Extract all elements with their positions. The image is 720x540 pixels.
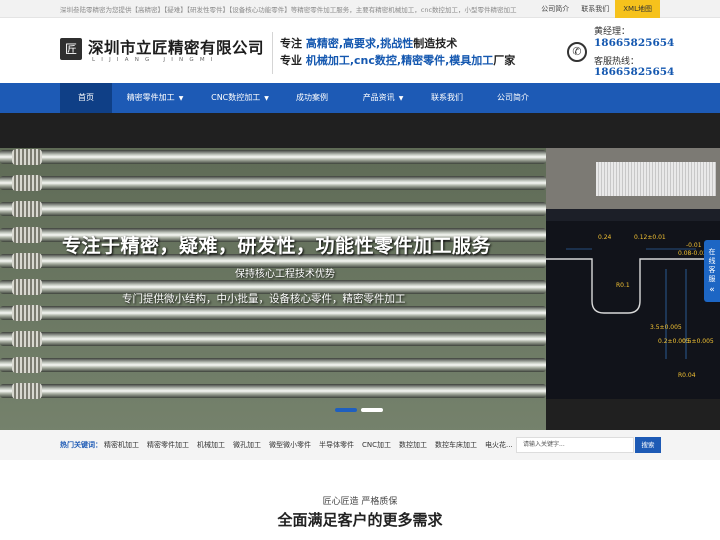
cad-dim-label: 0.5±0.005 <box>682 338 714 345</box>
top-link-about[interactable]: 公司简介 <box>535 0 575 18</box>
slogan-1-highlight: 高精密,高要求,挑战性 <box>305 37 414 50</box>
company-name: 深圳市立匠精密有限公司 <box>88 39 265 57</box>
cad-dim-label: 3.5±0.005 <box>650 324 682 331</box>
contact-label-manager: 黄经理： <box>594 27 631 37</box>
nav-item-contact[interactable]: 联系我们 <box>422 83 472 113</box>
top-links: 公司简介 联系我们 XML地图 <box>535 0 660 18</box>
rod <box>0 149 546 165</box>
cad-dim-label: R0.04 <box>678 372 696 379</box>
carousel-dot-active[interactable] <box>361 408 383 412</box>
nav-item-cases[interactable]: 成功案例 <box>286 83 338 113</box>
nav-item-about[interactable]: 公司简介 <box>488 83 538 113</box>
slogan-1-suffix: 制造技术 <box>413 37 458 50</box>
banner-title: 专注于精密，疑难，研发性，功能性零件加工服务 <box>62 235 492 257</box>
rod <box>0 305 546 321</box>
cad-dim-label: R0.1 <box>616 282 630 289</box>
slogan-line-2: 专业 机械加工,cnc数控,精密零件,模具加工厂家 <box>280 52 515 68</box>
chevron-down-icon: ▼ <box>178 95 184 102</box>
rod <box>0 357 546 373</box>
keyword-link[interactable]: 微孔加工 <box>233 440 261 450</box>
contact-number-hotline[interactable]: 18665825654 <box>594 66 674 78</box>
slogan-1-prefix: 专注 <box>280 37 306 50</box>
nav-item-cnc[interactable]: CNC数控加工 ▼ <box>200 83 280 113</box>
cad-dim-label: 0.24 <box>598 234 612 241</box>
company-logo[interactable]: 匠 <box>60 38 82 60</box>
search-input[interactable]: 请输入关键字... <box>516 437 634 453</box>
hot-keywords-bar: 热门关键词： 精密机加工 精密零件加工 机械加工 微孔加工 微型微小零件 半导体… <box>0 430 720 460</box>
banner-rods-image <box>0 148 546 430</box>
hero-banner[interactable]: 0.24 0.12±0.01 -0.01 0.08-0.02 R0.1 R0.0… <box>0 113 720 430</box>
keyword-link[interactable]: 数控车床加工 <box>435 440 477 450</box>
rod <box>0 383 546 399</box>
company-name-en: LIJIANG JINGMI <box>92 57 219 63</box>
nav-label: CNC数控加工 <box>211 93 261 102</box>
main-nav: 首页 精密零件加工 ▼ CNC数控加工 ▼ 成功案例 产品资讯 ▼ 联系我们 公司简介 <box>0 83 720 113</box>
top-bar: 深圳叁陆零精密为您提供【高精密】【疑难】【研发性零件】【设备核心功能零件】等精密… <box>0 0 720 18</box>
keyword-link[interactable]: 机械加工 <box>197 440 225 450</box>
nav-label: 首页 <box>78 93 94 102</box>
contact-number-manager[interactable]: 18665825654 <box>594 37 674 49</box>
nav-label: 联系我们 <box>431 93 463 102</box>
slogan-2-suffix: 厂家 <box>493 54 516 67</box>
carousel-dots <box>335 408 383 412</box>
nav-item-home[interactable]: 首页 <box>60 83 112 113</box>
keyword-link[interactable]: 微型微小零件 <box>269 440 311 450</box>
slogan-2-prefix: 专业 <box>280 54 306 67</box>
banner-metal-part-image <box>546 148 720 209</box>
hot-keywords-label: 热门关键词： <box>60 441 102 449</box>
slogan-line-1: 专注 高精密,高要求,挑战性制造技术 <box>280 35 457 51</box>
online-service-tab[interactable]: 在线客服 « <box>704 240 720 302</box>
nav-label: 成功案例 <box>296 93 328 102</box>
banner-subtitle-1: 保持核心工程技术优势 <box>235 269 335 280</box>
keyword-link[interactable]: 电火花... <box>485 440 513 450</box>
slogan-2-highlight: 机械加工,cnc数控,精密零件,模具加工 <box>305 54 494 67</box>
nav-label: 产品资讯 <box>362 93 395 102</box>
rod <box>0 201 546 217</box>
banner-subtitle-2: 专门提供微小结构，中小批量，设备核心零件，精密零件加工 <box>122 293 406 305</box>
keyword-link[interactable]: 精密机加工 <box>104 440 139 450</box>
nav-item-precision-parts[interactable]: 精密零件加工 ▼ <box>116 83 194 113</box>
keyword-link[interactable]: 半导体零件 <box>319 440 354 450</box>
rod <box>0 331 546 347</box>
banner-cad-drawing: 0.24 0.12±0.01 -0.01 0.08-0.02 R0.1 R0.0… <box>546 209 720 399</box>
hot-keywords-list: 精密机加工 精密零件加工 机械加工 微孔加工 微型微小零件 半导体零件 CNC加… <box>104 440 513 450</box>
site-intro-text: 深圳叁陆零精密为您提供【高精密】【疑难】【研发性零件】【设备核心功能零件】等精密… <box>60 6 517 14</box>
nav-label: 精密零件加工 <box>126 93 175 102</box>
keyword-link[interactable]: 精密零件加工 <box>147 440 189 450</box>
top-link-xml-map[interactable]: XML地图 <box>615 0 660 18</box>
keyword-link[interactable]: 数控加工 <box>399 440 427 450</box>
search-button[interactable]: 搜索 <box>635 437 661 453</box>
site-header: 匠 深圳市立匠精密有限公司 LIJIANG JINGMI 专注 高精密,高要求,… <box>0 18 720 83</box>
top-link-contact[interactable]: 联系我们 <box>575 0 615 18</box>
cad-dim-label: 0.12±0.01 <box>634 234 666 241</box>
cad-dim-label: -0.01 <box>686 242 702 249</box>
phone-icon: ✆ <box>567 42 587 62</box>
section-title: 全面满足客户的更多需求 <box>277 511 443 529</box>
carousel-dot[interactable] <box>335 408 357 412</box>
rod <box>0 175 546 191</box>
nav-item-news[interactable]: 产品资讯 ▼ <box>350 83 416 113</box>
chevron-down-icon: ▼ <box>398 95 404 102</box>
chevron-left-icon: « <box>709 285 715 295</box>
header-divider <box>272 32 273 74</box>
section-subtitle: 匠心匠造 严格质保 <box>322 497 398 507</box>
nav-label: 公司简介 <box>497 93 529 102</box>
keyword-link[interactable]: CNC加工 <box>362 440 391 450</box>
cad-dim-label: 0.08-0.02 <box>678 250 707 257</box>
chevron-down-icon: ▼ <box>264 95 269 102</box>
online-service-label: 在线客服 <box>708 248 716 283</box>
